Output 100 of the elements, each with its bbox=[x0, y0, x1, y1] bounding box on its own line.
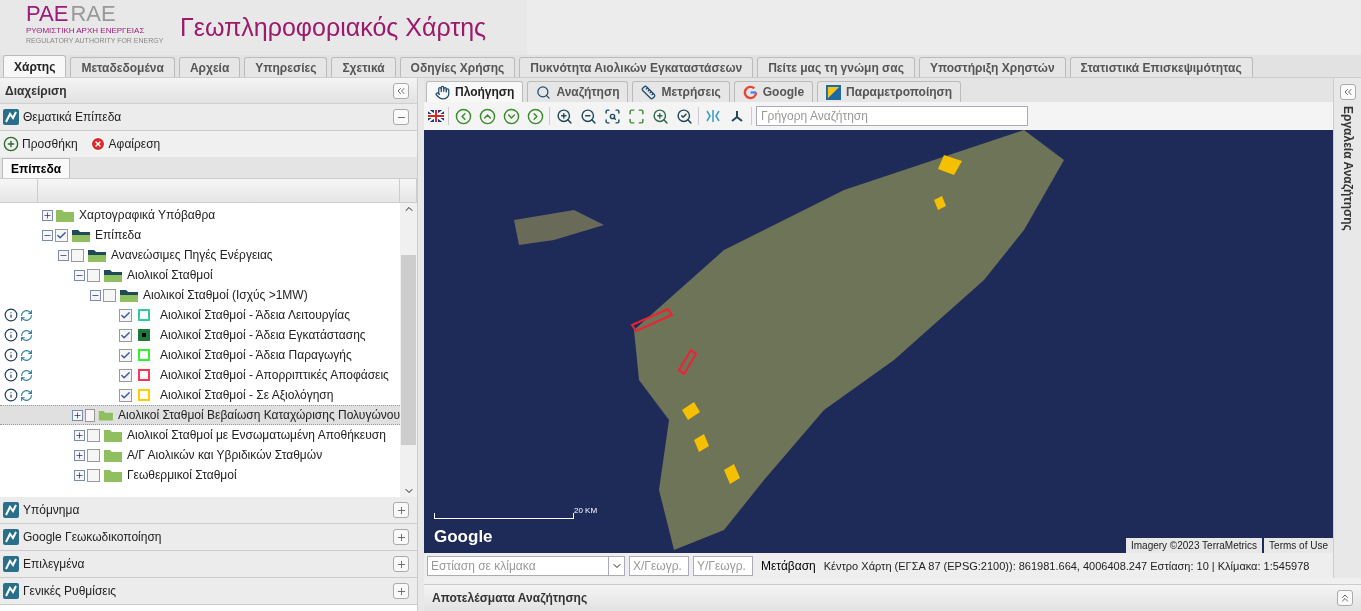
zoom-next-button[interactable] bbox=[674, 106, 694, 126]
expand-icon[interactable] bbox=[74, 449, 85, 461]
satellite-map[interactable]: 20 KM Google Imagery ©2023 TerraMetrics Terms of Use bbox=[424, 130, 1333, 553]
map-tab[interactable]: Μετρήσεις bbox=[632, 81, 730, 102]
refresh-icon[interactable] bbox=[20, 348, 33, 362]
main-tab[interactable]: Αρχεία bbox=[178, 57, 241, 77]
main-tab[interactable]: Μεταδεδομένα bbox=[70, 57, 175, 77]
zoom-out-button[interactable] bbox=[578, 106, 598, 126]
flag-icon[interactable] bbox=[428, 110, 444, 122]
checkbox[interactable] bbox=[55, 228, 68, 242]
checkbox[interactable] bbox=[103, 288, 116, 302]
plus-icon bbox=[395, 558, 407, 570]
tree-row[interactable]: Αιολικοί Σταθμοί - Σε Αξιολόγηση bbox=[0, 385, 400, 405]
map-tab[interactable]: Πλοήγηση bbox=[426, 81, 524, 102]
expand-button[interactable] bbox=[393, 529, 409, 545]
zoom-previous-button[interactable] bbox=[650, 106, 670, 126]
tree-row[interactable]: Χαρτογραφικά Υπόβαθρα bbox=[0, 205, 400, 225]
layer-label: Αιολικοί Σταθμοί - Απορριπτικές Αποφάσεις bbox=[160, 368, 389, 382]
checkbox[interactable] bbox=[84, 408, 96, 422]
x-coordinate-field[interactable]: X/Γεωγρ. bbox=[629, 555, 689, 576]
main-tab[interactable]: Πείτε μας τη γνώμη σας bbox=[757, 57, 915, 77]
plus-icon bbox=[395, 504, 407, 516]
info-icon[interactable] bbox=[4, 308, 18, 322]
checkbox[interactable] bbox=[119, 348, 132, 362]
tree-row[interactable]: Αιολικοί Σταθμοί (Ισχύς >1MW) bbox=[0, 285, 400, 305]
remove-button[interactable]: Αφαίρεση bbox=[89, 136, 161, 152]
expand-button[interactable] bbox=[1339, 84, 1356, 100]
expand-icon[interactable] bbox=[71, 409, 83, 421]
info-icon[interactable] bbox=[4, 328, 18, 342]
checkbox[interactable] bbox=[119, 388, 132, 402]
checkbox[interactable] bbox=[87, 428, 100, 442]
pan-right-button[interactable] bbox=[525, 106, 545, 126]
tree-row[interactable]: Αιολικοί Σταθμοί - Άδεια Παραγωγής bbox=[0, 345, 400, 365]
tree-row[interactable]: Αιολικοί Σταθμοί bbox=[0, 265, 400, 285]
add-button[interactable]: Προσθήκη bbox=[3, 136, 78, 152]
main-tab[interactable]: Στατιστικά Επισκεψιμότητας bbox=[1069, 57, 1253, 77]
info-icon[interactable] bbox=[4, 368, 18, 382]
map-tab[interactable]: Παραμετροποίηση bbox=[817, 81, 962, 102]
scale-label: 20 KM bbox=[574, 506, 598, 515]
section-header[interactable]: Θεματικά Επίπεδα bbox=[0, 104, 417, 131]
map-tab[interactable]: Αναζήτηση bbox=[527, 81, 629, 102]
checkbox[interactable] bbox=[71, 248, 84, 262]
tree-row[interactable]: Ανανεώσιμες Πηγές Ενέργειας bbox=[0, 245, 400, 265]
y-coordinate-field[interactable]: Y/Γεωγρ. bbox=[693, 555, 753, 576]
checkbox[interactable] bbox=[87, 468, 100, 482]
checkbox[interactable] bbox=[119, 368, 132, 382]
zoom-box-button[interactable] bbox=[602, 106, 622, 126]
main-tab[interactable]: Οδηγίες Χρήσης bbox=[399, 57, 516, 77]
section-header[interactable]: Επιλεγμένα bbox=[0, 551, 417, 578]
quick-search-field[interactable]: Γρήγορη Αναζήτηση bbox=[756, 106, 1028, 126]
collapse-icon[interactable] bbox=[74, 269, 85, 281]
checkbox[interactable] bbox=[119, 328, 132, 342]
selected-tree-row[interactable]: Αιολικοί Σταθμοί Βεβαίωση Καταχώρισης Πολυγώνου bbox=[0, 405, 400, 425]
expand-icon[interactable] bbox=[74, 429, 85, 441]
map-tab[interactable]: Google bbox=[733, 81, 814, 102]
section-header[interactable]: Γενικές Ρυθμίσεις bbox=[0, 578, 417, 605]
refresh-icon[interactable] bbox=[20, 328, 33, 342]
refresh-icon[interactable] bbox=[20, 308, 33, 322]
collapse-button[interactable] bbox=[393, 82, 409, 99]
layers-tab[interactable]: Επίπεδα bbox=[2, 158, 71, 178]
scrollbar[interactable] bbox=[400, 203, 417, 497]
tree-row[interactable]: Αιολικοί Σταθμοί - Άδεια Εγκατάστασης bbox=[0, 325, 400, 345]
scale-select[interactable]: Εστίαση σε κλίμακα bbox=[427, 555, 625, 576]
section-header[interactable]: Google Γεωκωδικοποίηση bbox=[0, 524, 417, 551]
info-icon[interactable] bbox=[4, 348, 18, 362]
checkbox[interactable] bbox=[119, 308, 132, 322]
pan-up-button[interactable] bbox=[477, 106, 497, 126]
section-title: Επιλεγμένα bbox=[23, 557, 86, 571]
collapse-icon[interactable] bbox=[42, 229, 53, 241]
checkbox[interactable] bbox=[87, 448, 100, 462]
main-tab[interactable]: Χάρτης bbox=[3, 55, 67, 77]
tree-row[interactable]: Αιολικοί Σταθμοί με Ενσωματωμένη Αποθήκευση bbox=[0, 425, 400, 445]
tree-row[interactable]: Επίπεδα bbox=[0, 225, 400, 245]
expand-button[interactable] bbox=[393, 556, 409, 572]
main-tab[interactable]: Πυκνότητα Αιολικών Εγκαταστάσεων bbox=[519, 57, 754, 77]
info-icon[interactable] bbox=[4, 388, 18, 402]
zoom-in-button[interactable] bbox=[554, 106, 574, 126]
expand-button[interactable] bbox=[393, 583, 409, 599]
main-tab[interactable]: Υπηρεσίες bbox=[244, 57, 328, 77]
x-circle-icon bbox=[89, 136, 106, 152]
expand-icon[interactable] bbox=[42, 209, 53, 221]
expand-icon[interactable] bbox=[74, 469, 85, 481]
pan-down-button[interactable] bbox=[501, 106, 521, 126]
tree-row[interactable]: Γεωθερμικοί Σταθμοί bbox=[0, 465, 400, 485]
collapse-button[interactable] bbox=[393, 109, 409, 125]
pan-left-button[interactable] bbox=[453, 106, 473, 126]
section-header[interactable]: Υπόμνημα bbox=[0, 497, 417, 524]
expand-button[interactable] bbox=[393, 502, 409, 518]
refresh-icon[interactable] bbox=[20, 388, 33, 402]
main-tab[interactable]: Υποστήριξη Χρηστών bbox=[918, 57, 1066, 77]
collapse-icon[interactable] bbox=[90, 289, 101, 301]
tree-row[interactable]: Α/Γ Αιολικών και Υβριδικών Σταθμών bbox=[0, 445, 400, 465]
go-button[interactable]: Μετάβαση bbox=[757, 558, 820, 573]
refresh-icon[interactable] bbox=[20, 368, 33, 382]
expand-button[interactable] bbox=[1337, 590, 1353, 606]
tree-row[interactable]: Αιολικοί Σταθμοί - Άδεια Λειτουργίας bbox=[0, 305, 400, 325]
tree-row[interactable]: Αιολικοί Σταθμοί - Απορριπτικές Αποφάσεις bbox=[0, 365, 400, 385]
main-tab[interactable]: Σχετικά bbox=[331, 57, 396, 77]
collapse-icon[interactable] bbox=[58, 249, 69, 261]
checkbox[interactable] bbox=[87, 268, 100, 282]
